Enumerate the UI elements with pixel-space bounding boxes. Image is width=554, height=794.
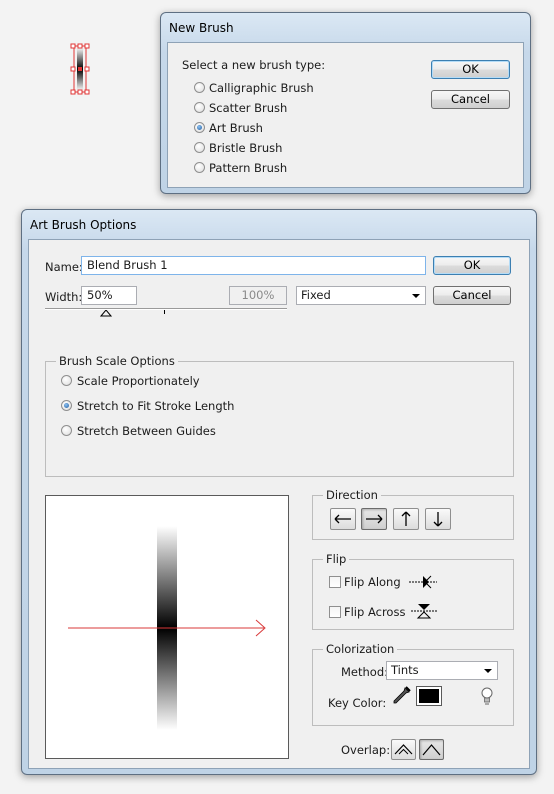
- radio-dot[interactable]: [194, 82, 205, 93]
- radio-dot[interactable]: [61, 375, 72, 386]
- radio-label: Scale Proportionately: [77, 374, 200, 388]
- new-brush-ok-button[interactable]: OK: [431, 60, 510, 79]
- radio-dot[interactable]: [194, 102, 205, 113]
- brush-preview: [45, 495, 289, 759]
- radio-label: Pattern Brush: [209, 161, 288, 175]
- overlap-label: Overlap:: [341, 743, 391, 757]
- radio-dot[interactable]: [61, 400, 72, 411]
- art-brush-title: Art Brush Options: [30, 218, 137, 232]
- width-max-field: 100%: [229, 286, 287, 305]
- width-mode-value: Fixed: [301, 288, 331, 302]
- radio-art[interactable]: Art Brush: [194, 120, 334, 136]
- slider-thumb-icon[interactable]: [100, 310, 112, 318]
- art-brush-client: Name: Blend Brush 1 OK Width: 50% 100% F…: [28, 239, 530, 769]
- chevron-down-icon: [412, 294, 420, 298]
- direction-title: Direction: [323, 488, 381, 502]
- width-slider[interactable]: [45, 308, 287, 322]
- width-label: Width:: [45, 290, 83, 304]
- art-ok-button[interactable]: OK: [433, 256, 511, 275]
- chevron-down-icon: [484, 669, 492, 673]
- new-brush-cancel-button[interactable]: Cancel: [431, 90, 510, 109]
- radio-scatter[interactable]: Scatter Brush: [194, 100, 334, 116]
- checkbox-label: Flip Across: [344, 605, 406, 619]
- key-color-fill: [419, 689, 439, 703]
- arrow-up-icon: [401, 511, 411, 526]
- brush-selection-glyph: [66, 43, 94, 95]
- arrow-left-icon: [334, 514, 351, 524]
- new-brush-client: Select a new brush type: Calligraphic Br…: [167, 42, 524, 188]
- radio-pattern[interactable]: Pattern Brush: [194, 160, 334, 176]
- flip-title: Flip: [323, 552, 350, 566]
- art-brush-options-dialog: Art Brush Options Name: Blend Brush 1 OK…: [21, 209, 537, 775]
- flip-along-icon: [409, 575, 437, 589]
- key-color-label: Key Color:: [328, 696, 387, 710]
- radio-bristle[interactable]: Bristle Brush: [194, 140, 334, 156]
- width-mode-dropdown[interactable]: Fixed: [296, 286, 426, 305]
- eyedropper-icon[interactable]: [393, 686, 411, 706]
- radio-stretch-between-guides[interactable]: Stretch Between Guides: [61, 423, 261, 439]
- radio-dot[interactable]: [194, 142, 205, 153]
- art-cancel-button[interactable]: Cancel: [433, 286, 511, 305]
- overlap-adjust-button[interactable]: [391, 739, 416, 760]
- arrow-down-icon: [433, 512, 443, 527]
- overlap-none-icon: [422, 744, 441, 756]
- key-color-swatch[interactable]: [416, 686, 442, 706]
- brush-type-prompt: Select a new brush type:: [182, 58, 326, 72]
- new-brush-dialog: New Brush Select a new brush type: Calli…: [160, 12, 531, 194]
- arrow-right-icon: [366, 514, 383, 524]
- name-label: Name:: [45, 260, 83, 274]
- direction-up-button[interactable]: [393, 508, 419, 530]
- radio-dot[interactable]: [194, 162, 205, 173]
- brush-preview-canvas: [68, 526, 266, 730]
- direction-right-button[interactable]: [361, 508, 387, 530]
- checkbox-label: Flip Along: [344, 575, 401, 589]
- radio-label: Calligraphic Brush: [209, 81, 314, 95]
- radio-calligraphic[interactable]: Calligraphic Brush: [194, 80, 334, 96]
- method-label: Method:: [341, 665, 389, 679]
- radio-dot[interactable]: [61, 425, 72, 436]
- width-input[interactable]: 50%: [81, 286, 137, 305]
- radio-stretch-to-fit[interactable]: Stretch to Fit Stroke Length: [61, 398, 261, 414]
- name-input[interactable]: Blend Brush 1: [81, 256, 426, 275]
- lightbulb-icon[interactable]: [480, 686, 494, 706]
- direction-left-button[interactable]: [330, 508, 356, 530]
- checkbox-box[interactable]: [329, 576, 341, 588]
- method-value: Tints: [391, 663, 419, 677]
- radio-label: Art Brush: [209, 121, 263, 135]
- radio-scale-proportionately[interactable]: Scale Proportionately: [61, 373, 261, 389]
- colorization-title: Colorization: [323, 642, 398, 656]
- method-dropdown[interactable]: Tints: [386, 661, 498, 680]
- checkbox-box[interactable]: [329, 606, 341, 618]
- overlap-adjust-icon: [394, 744, 413, 755]
- radio-label: Stretch Between Guides: [77, 424, 216, 438]
- new-brush-title: New Brush: [169, 21, 234, 35]
- radio-label: Scatter Brush: [209, 101, 288, 115]
- flip-across-icon: [411, 604, 437, 619]
- overlap-none-button[interactable]: [419, 739, 444, 760]
- radio-dot[interactable]: [194, 122, 205, 133]
- slider-track: [45, 308, 287, 310]
- direction-down-button[interactable]: [425, 508, 451, 530]
- slider-tick: [164, 310, 165, 314]
- radio-label: Bristle Brush: [209, 141, 283, 155]
- brush-scale-options-title: Brush Scale Options: [56, 354, 178, 368]
- radio-label: Stretch to Fit Stroke Length: [77, 399, 235, 413]
